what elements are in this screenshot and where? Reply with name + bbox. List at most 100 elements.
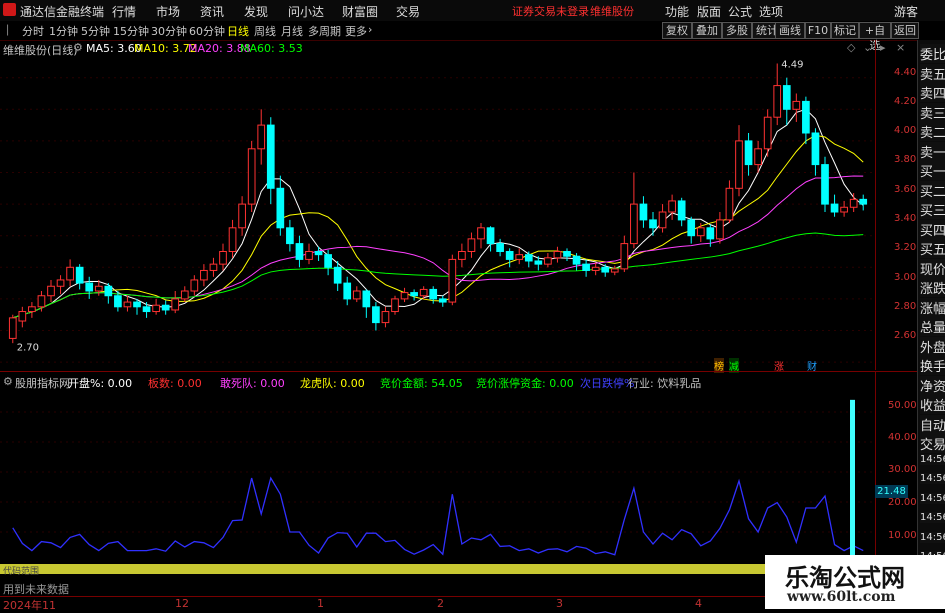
menu-market[interactable]: 市场 bbox=[156, 3, 180, 20]
tab-30min[interactable]: 30分钟 bbox=[151, 23, 187, 39]
candle-body bbox=[544, 257, 552, 265]
dropdown-icon[interactable]: ⌄ bbox=[863, 41, 872, 54]
menu-ask[interactable]: 问小达 bbox=[288, 3, 324, 20]
candle bbox=[75, 264, 84, 290]
candle bbox=[821, 156, 829, 212]
candle-body bbox=[133, 301, 141, 308]
menu-formula[interactable]: 公式 bbox=[728, 3, 752, 20]
menu-discover[interactable]: 发现 bbox=[244, 3, 268, 20]
price-tick: 3.60 bbox=[894, 184, 917, 195]
candle bbox=[448, 254, 457, 306]
toolbar-handle-icon[interactable]: ❘ bbox=[3, 23, 12, 36]
menu-news[interactable]: 资讯 bbox=[200, 3, 224, 20]
guest-label[interactable]: 游客 bbox=[894, 3, 918, 20]
tab-60min[interactable]: 60分钟 bbox=[189, 23, 225, 39]
candlestick-chart[interactable]: 4.49 2.70 bbox=[0, 54, 875, 370]
watermark-url: www.60lt.com bbox=[787, 589, 896, 605]
candle-body bbox=[381, 311, 390, 324]
menu-layout[interactable]: 版面 bbox=[697, 3, 721, 20]
candle-body bbox=[410, 292, 418, 297]
candle-body bbox=[677, 200, 686, 221]
menu-trade[interactable]: 交易 bbox=[396, 3, 420, 20]
candle bbox=[200, 264, 208, 287]
candle-body bbox=[161, 304, 170, 311]
overlay-button[interactable]: 叠加 bbox=[692, 22, 722, 39]
sub-field-0: 开盘%: 0.00 bbox=[68, 377, 133, 390]
candle bbox=[582, 259, 590, 277]
tab-multi-period[interactable]: 多周期 bbox=[308, 23, 341, 39]
tab-weekly[interactable]: 周线 bbox=[254, 23, 276, 39]
candle-body bbox=[152, 304, 160, 313]
pane-divider[interactable] bbox=[0, 371, 917, 372]
candle-body bbox=[515, 254, 524, 260]
sub-field-6: 次日跌停% bbox=[580, 377, 635, 390]
tab-monthly[interactable]: 月线 bbox=[281, 23, 303, 39]
candle-body bbox=[773, 85, 782, 118]
candle bbox=[56, 275, 65, 295]
menu-function[interactable]: 功能 bbox=[665, 3, 689, 20]
login-warning[interactable]: 证券交易未登录 bbox=[512, 3, 589, 19]
candle-body bbox=[28, 306, 36, 313]
candle bbox=[859, 194, 868, 211]
menu-wealth[interactable]: 财富圈 bbox=[342, 3, 378, 20]
candle bbox=[381, 306, 390, 328]
candle-body bbox=[75, 266, 84, 284]
sub-field-5: 竞价涨停资金: 0.00 bbox=[476, 377, 574, 390]
tab-15min[interactable]: 15分钟 bbox=[113, 23, 149, 39]
candle bbox=[180, 286, 189, 303]
tab-daily[interactable]: 日线 bbox=[227, 23, 249, 39]
candle bbox=[639, 196, 648, 228]
zoom-icon[interactable]: ◇ bbox=[847, 41, 855, 54]
title-bar: 通达信金融终端 行情 市场 资讯 发现 问小达 财富圈 交易 证券交易未登录 维… bbox=[0, 0, 945, 22]
price-axis: 4.40 4.20 4.00 3.80 3.60 3.40 3.20 3.00 … bbox=[875, 40, 916, 370]
candle bbox=[620, 235, 629, 273]
date-label: 2024年11 bbox=[3, 599, 56, 612]
candle-body bbox=[754, 148, 762, 166]
candle-body bbox=[658, 211, 667, 229]
candle-body bbox=[467, 238, 476, 253]
candle-body bbox=[725, 187, 734, 221]
candle bbox=[553, 246, 562, 263]
menu-options[interactable]: 选项 bbox=[759, 3, 783, 20]
candle bbox=[276, 175, 285, 236]
back-button[interactable]: 返回 bbox=[891, 22, 919, 39]
ma20-line bbox=[12, 175, 864, 319]
candle-body bbox=[706, 227, 715, 240]
candle-body bbox=[630, 203, 638, 245]
date-label: 4 bbox=[695, 597, 702, 610]
indicator-tick: 20.00 bbox=[888, 497, 917, 508]
side-panel-label: 外盘 bbox=[920, 336, 945, 356]
restore-rights-button[interactable]: 复权 bbox=[662, 22, 692, 39]
side-panel-label: 卖四 bbox=[920, 83, 945, 102]
candle-body bbox=[333, 266, 342, 284]
multi-stock-button[interactable]: 多股 bbox=[722, 22, 752, 39]
indicator-gear-icon[interactable]: ⚙ bbox=[73, 41, 83, 54]
chevron-right-icon[interactable]: › bbox=[368, 23, 372, 36]
tab-intraday[interactable]: 分时 bbox=[22, 23, 44, 39]
tab-more[interactable]: 更多 bbox=[345, 23, 367, 39]
indicator-chart[interactable] bbox=[0, 390, 875, 564]
candle-body bbox=[391, 298, 399, 313]
candle-body bbox=[123, 301, 132, 308]
price-tick: 4.00 bbox=[894, 125, 917, 136]
tab-5min[interactable]: 5分钟 bbox=[81, 23, 110, 39]
draw-line-button[interactable]: 画线 bbox=[775, 22, 805, 39]
candle bbox=[477, 223, 485, 249]
side-panel-label: 买三 bbox=[920, 200, 945, 219]
menu-quotes[interactable]: 行情 bbox=[112, 3, 136, 20]
add-watchlist-button[interactable]: +自选 bbox=[859, 22, 891, 52]
candle bbox=[247, 140, 256, 212]
f10-button[interactable]: F10 bbox=[805, 22, 831, 39]
side-panel-label: 收益 bbox=[920, 395, 945, 414]
sub-gear-icon[interactable]: ⚙ bbox=[3, 375, 13, 388]
sub-field-4: 竞价金额: 54.05 bbox=[380, 377, 463, 390]
candle bbox=[391, 295, 399, 315]
indicator-tick: 50.00 bbox=[888, 400, 917, 411]
price-tick: 2.80 bbox=[894, 301, 917, 312]
date-label: 12 bbox=[175, 597, 189, 610]
tab-1min[interactable]: 1分钟 bbox=[49, 23, 78, 39]
candle-body bbox=[238, 203, 246, 229]
side-panel-label: 买二 bbox=[920, 180, 945, 200]
mark-button[interactable]: 标记 bbox=[831, 22, 859, 39]
candle-body bbox=[563, 251, 571, 257]
